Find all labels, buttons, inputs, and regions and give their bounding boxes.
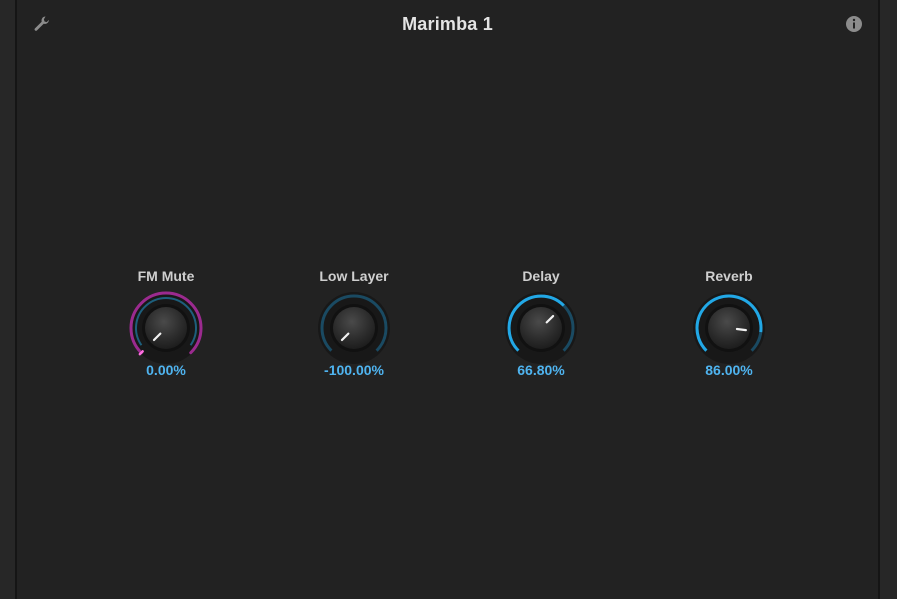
knob-group-fm-mute: FM Mute 0.00% (106, 266, 226, 378)
low-layer-knob[interactable] (314, 288, 394, 368)
knob-body (520, 307, 562, 349)
knob-group-reverb: Reverb 86.00% (669, 266, 789, 378)
plugin-window: Marimba 1 FM Mute 0.00% Low Layer -100.0… (0, 0, 897, 599)
knob-label: Delay (522, 268, 560, 284)
knob-body (708, 307, 750, 349)
instrument-panel: Marimba 1 FM Mute 0.00% Low Layer -100.0… (17, 0, 878, 599)
knob-pointer (735, 327, 747, 332)
reverb-knob[interactable] (689, 288, 769, 368)
knob-body (333, 307, 375, 349)
knob-group-low-layer: Low Layer -100.00% (294, 266, 414, 378)
knob-label: FM Mute (137, 268, 195, 284)
knob-body (145, 307, 187, 349)
knob-label: Low Layer (319, 268, 389, 284)
knob-label: Reverb (705, 268, 753, 284)
knob-group-delay: Delay 66.80% (481, 266, 601, 378)
knob-value: 66.80% (517, 362, 565, 378)
fm-mute-knob[interactable] (126, 288, 206, 368)
info-icon[interactable] (845, 15, 863, 33)
knob-value: -100.00% (324, 362, 384, 378)
knob-value: 0.00% (146, 362, 186, 378)
page-title: Marimba 1 (402, 14, 493, 34)
knob-value: 86.00% (705, 362, 753, 378)
right-edge (878, 0, 880, 599)
delay-knob[interactable] (501, 288, 581, 368)
